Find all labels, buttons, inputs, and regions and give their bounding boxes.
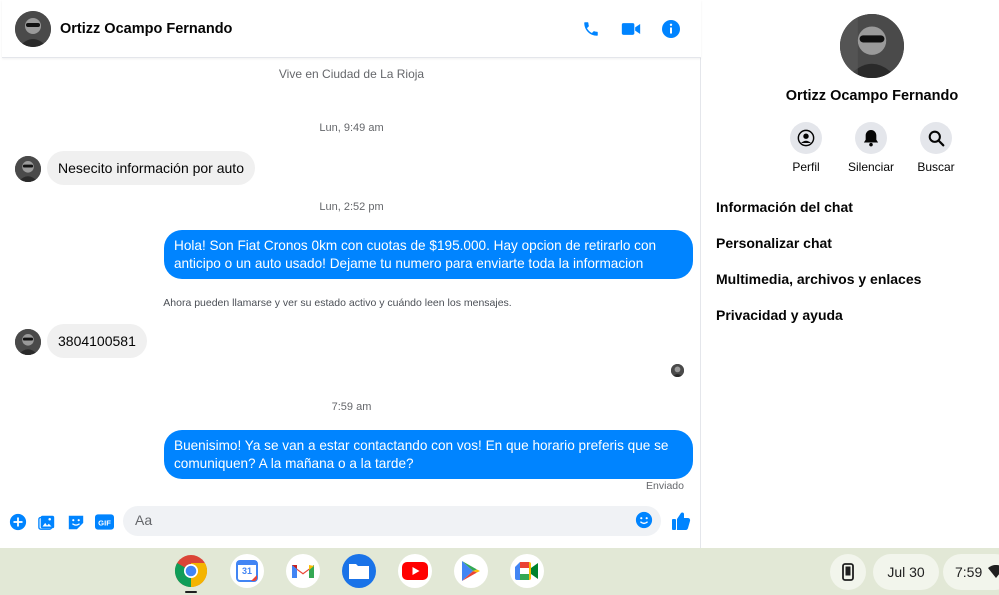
contact-avatar-small[interactable] [15, 156, 41, 182]
status-tray[interactable]: 7:59 [943, 554, 999, 590]
phone-hub-button[interactable] [830, 554, 866, 590]
gmail-icon[interactable] [286, 554, 320, 588]
clock-time: 7:59 [955, 564, 983, 580]
system-notice: Ahora pueden llamarse y ver su estado ac… [163, 297, 512, 309]
date-tray[interactable]: Jul 30 [873, 554, 939, 590]
profile-icon[interactable] [790, 122, 822, 154]
active-app-indicator [185, 591, 197, 593]
incoming-message[interactable]: Nesecito información por auto [47, 151, 255, 185]
contact-name[interactable]: Ortizz Ocampo Fernando [60, 21, 232, 37]
conversation-details-panel: Ortizz Ocampo Fernando Perfil Silenciar … [702, 0, 999, 548]
message-input[interactable] [135, 512, 615, 528]
bell-icon[interactable] [855, 122, 887, 154]
search-label: Buscar [917, 160, 955, 174]
chat-info-item[interactable]: Información del chat [716, 199, 853, 215]
phone-hub-icon [842, 563, 854, 581]
thumbs-up-icon[interactable] [670, 510, 692, 532]
contact-avatar-small[interactable] [15, 329, 41, 355]
profile-name: Ortizz Ocampo Fernando [785, 88, 959, 104]
contact-avatar[interactable] [15, 10, 51, 47]
messenger-window: Ortizz Ocampo Fernando Vive en Ciudad de… [0, 0, 999, 548]
sticker-icon[interactable] [66, 512, 86, 532]
wifi-icon [988, 565, 999, 578]
mute-label: Silenciar [847, 160, 895, 174]
timestamp: Lun, 9:49 am [319, 122, 384, 134]
search-icon[interactable] [920, 122, 952, 154]
os-shelf: 31 Jul 30 7:59 [0, 548, 999, 595]
gif-icon[interactable]: GIF [94, 512, 114, 532]
delivery-status: Enviado [646, 480, 684, 492]
emoji-icon[interactable] [635, 511, 655, 531]
outgoing-message[interactable]: Hola! Son Fiat Cronos 0km con cuotas de … [164, 230, 693, 279]
timestamp: 7:59 am [331, 401, 372, 413]
media-files-item[interactable]: Multimedia, archivos y enlaces [716, 271, 921, 287]
youtube-icon[interactable] [398, 554, 432, 588]
chat-header: Ortizz Ocampo Fernando [2, 0, 701, 58]
mute-action[interactable]: Silenciar [841, 122, 901, 174]
timestamp: Lun, 2:52 pm [319, 201, 384, 213]
search-action[interactable]: Buscar [906, 122, 966, 174]
info-icon[interactable] [659, 17, 683, 41]
plus-icon[interactable] [8, 512, 28, 532]
profile-action[interactable]: Perfil [776, 122, 836, 174]
location-text: Vive en Ciudad de La Rioja [278, 67, 425, 81]
chat-panel: Ortizz Ocampo Fernando Vive en Ciudad de… [2, 0, 701, 548]
meet-icon[interactable] [510, 554, 544, 588]
privacy-help-item[interactable]: Privacidad y ayuda [716, 307, 843, 323]
photo-icon[interactable] [37, 512, 57, 532]
play-store-icon[interactable] [454, 554, 488, 588]
profile-avatar-large[interactable] [840, 14, 904, 78]
composer: GIF [2, 498, 701, 548]
incoming-message[interactable]: 3804100581 [47, 324, 147, 358]
phone-icon[interactable] [579, 17, 603, 41]
profile-label: Perfil [792, 160, 820, 174]
read-receipt-avatar [671, 364, 684, 377]
outgoing-message[interactable]: Buenisimo! Ya se van a estar contactando… [164, 430, 693, 479]
message-list[interactable]: Vive en Ciudad de La Rioja Lun, 9:49 am … [2, 58, 701, 498]
files-icon[interactable] [342, 554, 376, 588]
video-call-icon[interactable] [619, 17, 643, 41]
customize-chat-item[interactable]: Personalizar chat [716, 235, 832, 251]
chrome-icon[interactable] [174, 554, 208, 588]
message-input-wrapper [123, 506, 661, 536]
calendar-day: 31 [241, 566, 252, 576]
svg-text:GIF: GIF [98, 518, 111, 527]
calendar-icon[interactable]: 31 [230, 554, 264, 588]
